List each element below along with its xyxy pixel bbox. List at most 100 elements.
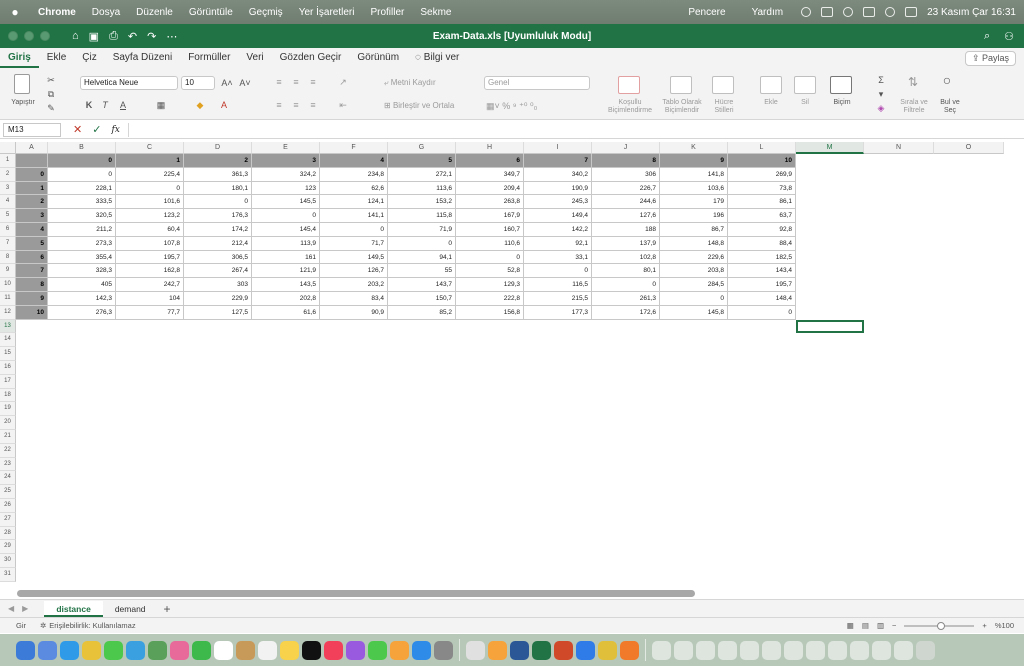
table-cell[interactable]: 349,7 (456, 167, 524, 182)
table-header-cell[interactable]: 3 (252, 154, 320, 168)
table-cell[interactable]: 61,6 (252, 305, 320, 320)
table-cell[interactable]: 83,4 (320, 292, 388, 306)
tell-me[interactable]: ◌ Bilgi ver (407, 48, 467, 68)
row-header[interactable]: 9 (0, 264, 16, 279)
row-header[interactable]: 29 (0, 540, 16, 555)
table-cell[interactable]: 113,6 (388, 181, 456, 196)
table-cell[interactable]: 110,6 (456, 236, 524, 251)
row-header[interactable]: 15 (0, 347, 16, 361)
table-cell[interactable]: 355,4 (48, 250, 116, 265)
delete-cells-icon[interactable] (794, 76, 816, 94)
row-header[interactable]: 11 (0, 292, 16, 306)
table-cell[interactable]: 86,1 (728, 195, 796, 210)
minimized-window-6[interactable] (762, 640, 781, 660)
column-header[interactable]: I (524, 142, 592, 154)
table-cell[interactable]: 188 (592, 223, 660, 237)
format-cells-icon[interactable] (830, 76, 852, 94)
table-cell[interactable]: 92,1 (524, 236, 592, 251)
table-cell[interactable]: 161 (252, 250, 320, 265)
table-cell[interactable]: 272,1 (388, 167, 456, 182)
column-header[interactable]: G (388, 142, 456, 154)
table-cell[interactable]: 328,3 (48, 264, 116, 279)
table-row-label[interactable]: 4 (16, 223, 48, 237)
table-cell[interactable]: 142,2 (524, 223, 592, 237)
format-table-icon[interactable] (670, 76, 692, 94)
table-cell[interactable]: 148,8 (660, 236, 728, 251)
table-cell[interactable]: 153,2 (388, 195, 456, 210)
wifi-icon[interactable] (821, 7, 834, 17)
column-header[interactable]: N (864, 142, 934, 154)
zoom-out-icon[interactable]: − (892, 621, 896, 630)
copy-icon[interactable]: ⧉ (44, 88, 58, 100)
table-cell[interactable]: 190,9 (524, 181, 592, 196)
table-cell[interactable]: 179 (660, 195, 728, 210)
table-cell[interactable]: 261,3 (592, 292, 660, 306)
table-cell[interactable]: 73,8 (728, 181, 796, 196)
table-cell[interactable]: 174,2 (184, 223, 252, 237)
menu-help[interactable]: Yardım (744, 7, 792, 18)
contacts-icon[interactable] (236, 640, 255, 660)
table-cell[interactable]: 63,7 (728, 209, 796, 223)
table-cell[interactable]: 306,5 (184, 250, 252, 265)
home-icon[interactable]: ⌂ (72, 30, 79, 43)
table-cell[interactable]: 195,7 (116, 250, 184, 265)
orientation-icon[interactable]: ↗ (336, 76, 350, 88)
find-select-icon[interactable]: ○ (940, 73, 954, 87)
table-cell[interactable]: 142,3 (48, 292, 116, 306)
table-cell[interactable]: 127,6 (592, 209, 660, 223)
table-cell[interactable]: 141,8 (660, 167, 728, 182)
table-cell[interactable]: 320,5 (48, 209, 116, 223)
active-cell[interactable] (796, 319, 864, 334)
row-header[interactable]: 5 (0, 209, 16, 223)
print-icon[interactable]: ⎙ (109, 30, 118, 43)
table-cell[interactable]: 62,6 (320, 181, 388, 196)
align-right-icon[interactable]: ≡ (306, 99, 320, 111)
table-cell[interactable]: 0 (252, 209, 320, 223)
table-cell[interactable]: 284,5 (660, 278, 728, 292)
formula-input[interactable] (135, 123, 1024, 137)
column-header[interactable]: D (184, 142, 252, 154)
row-header[interactable]: 12 (0, 305, 16, 320)
table-row-label[interactable]: 0 (16, 167, 48, 182)
row-header[interactable]: 10 (0, 278, 16, 292)
menu-history[interactable]: Geçmiş (241, 7, 291, 18)
close-window-button[interactable] (8, 31, 18, 41)
table-cell[interactable]: 86,7 (660, 223, 728, 237)
table-cell[interactable]: 333,5 (48, 195, 116, 210)
table-cell[interactable]: 340,2 (524, 167, 592, 182)
minimized-window-2[interactable] (674, 640, 693, 660)
fill-icon[interactable]: ▾ (874, 88, 888, 100)
table-cell[interactable]: 177,3 (524, 305, 592, 320)
minimized-window-10[interactable] (850, 640, 869, 660)
table-cell[interactable]: 60,4 (116, 223, 184, 237)
table-cell[interactable]: 182,5 (728, 250, 796, 265)
page-layout-view-icon[interactable]: ▤ (862, 621, 869, 630)
table-cell[interactable]: 0 (48, 167, 116, 182)
row-header[interactable]: 22 (0, 443, 16, 458)
table-cell[interactable]: 361,3 (184, 167, 252, 182)
table-header-cell[interactable]: 1 (116, 154, 184, 168)
table-cell[interactable]: 0 (728, 305, 796, 320)
row-header[interactable]: 30 (0, 554, 16, 568)
save-icon[interactable]: ▣ (89, 30, 99, 43)
table-cell[interactable]: 229,9 (184, 292, 252, 306)
table-cell[interactable]: 55 (388, 264, 456, 279)
zoom-window-button[interactable] (40, 31, 50, 41)
table-cell[interactable]: 116,5 (524, 278, 592, 292)
table-cell[interactable]: 149,4 (524, 209, 592, 223)
row-header[interactable]: 13 (0, 319, 16, 334)
table-cell[interactable]: 226,7 (592, 181, 660, 196)
search-icon[interactable]: ⌕ (984, 30, 990, 43)
table-cell[interactable]: 306 (592, 167, 660, 182)
table-cell[interactable]: 85,2 (388, 305, 456, 320)
table-corner-cell[interactable] (16, 154, 48, 168)
table-cell[interactable]: 0 (592, 278, 660, 292)
clear-icon[interactable]: ◈ (874, 102, 888, 114)
menu-view[interactable]: Görüntüle (181, 7, 241, 18)
sheet-tab-distance[interactable]: distance (44, 600, 103, 617)
menubar-datetime[interactable]: 23 Kasım Çar 16:31 (927, 7, 1016, 18)
table-cell[interactable]: 162,8 (116, 264, 184, 279)
numbers-icon[interactable] (368, 640, 387, 660)
next-sheet-icon[interactable]: ▶ (22, 604, 28, 613)
spreadsheet-grid[interactable]: A B C D E F G H I J K L M N O 1 2 3 4 5 6 7 8 9 10 11 12 13 14 15 16 17… (0, 142, 1024, 592)
